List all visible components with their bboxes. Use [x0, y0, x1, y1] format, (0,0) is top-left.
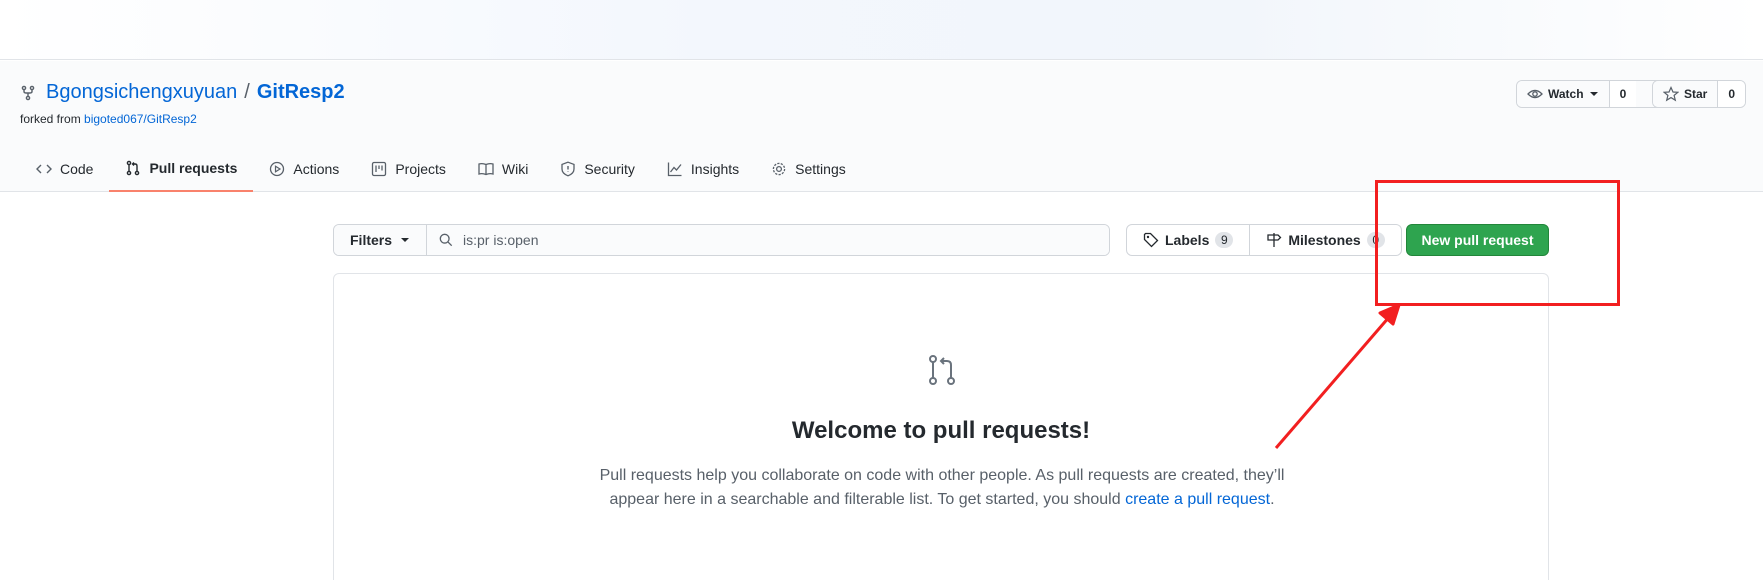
tab-wiki-label: Wiki: [501, 161, 529, 177]
labels-count-badge: 9: [1215, 232, 1234, 248]
shield-icon: [561, 161, 575, 177]
book-icon: [478, 162, 494, 176]
watch-count[interactable]: 0: [1609, 81, 1637, 107]
tab-actions[interactable]: Actions: [253, 146, 355, 192]
tag-icon: [1143, 232, 1159, 248]
star-label: Star: [1684, 87, 1708, 101]
browser-top-band: [0, 0, 1763, 60]
filters-search-group: Filters is:pr is:open: [333, 224, 1110, 256]
tab-settings[interactable]: Settings: [755, 146, 862, 192]
forked-prefix: forked from: [20, 112, 81, 126]
milestone-icon: [1267, 233, 1282, 247]
star-icon: [1663, 86, 1679, 102]
watch-label: Watch: [1548, 87, 1584, 101]
tab-projects[interactable]: Projects: [355, 146, 462, 192]
forked-from-link[interactable]: bigoted067/GitResp2: [84, 112, 197, 126]
blankslate-heading: Welcome to pull requests!: [791, 417, 1091, 444]
project-icon: [372, 161, 387, 177]
filters-button[interactable]: Filters: [334, 225, 428, 255]
tab-insights-label: Insights: [690, 161, 740, 177]
annotation-highlight-box: [1375, 180, 1620, 306]
tab-code[interactable]: Code: [20, 146, 109, 192]
search-value: is:pr is:open: [463, 232, 539, 248]
caret-down-icon: [1589, 92, 1598, 96]
gear-icon: [772, 162, 786, 176]
repo-owner-link[interactable]: Bgongsichengxuyuan: [46, 81, 237, 104]
labels-milestones-group: Labels 9 Milestones 0: [1126, 224, 1402, 256]
tab-projects-label: Projects: [395, 161, 446, 177]
create-pull-request-link[interactable]: create a pull request: [1125, 491, 1270, 508]
eye-icon: [1527, 89, 1543, 99]
tab-wiki[interactable]: Wiki: [462, 146, 544, 192]
blankslate-description: Pull requests help you collaborate on co…: [584, 464, 1300, 512]
star-button[interactable]: Star: [1653, 81, 1719, 107]
tab-code-label: Code: [60, 161, 94, 177]
tab-settings-label: Settings: [795, 161, 846, 177]
labels-button[interactable]: Labels 9: [1127, 225, 1249, 255]
pull-request-icon: [127, 160, 140, 176]
tab-security-label: Security: [584, 161, 635, 177]
milestones-label: Milestones: [1288, 232, 1361, 248]
blankslate-desc-line2: appear here in a searchable and filterab…: [609, 491, 1121, 508]
filters-label: Filters: [350, 232, 393, 248]
search-icon: [439, 233, 453, 247]
blankslate-desc-line1: Pull requests help you collaborate on co…: [599, 467, 1285, 484]
tab-actions-label: Actions: [293, 161, 340, 177]
tab-pull-requests[interactable]: Pull requests: [109, 146, 254, 192]
search-input[interactable]: is:pr is:open: [427, 225, 1109, 255]
tab-insights[interactable]: Insights: [651, 146, 755, 192]
tab-security[interactable]: Security: [544, 146, 651, 192]
caret-down-icon: [401, 238, 410, 242]
watch-button[interactable]: Watch: [1517, 81, 1610, 107]
labels-label: Labels: [1165, 232, 1210, 248]
code-icon: [36, 164, 52, 174]
graph-icon: [667, 162, 682, 177]
play-icon: [270, 161, 285, 177]
star-control: Star 0: [1652, 80, 1747, 108]
repo-title: Bgongsichengxuyuan / GitResp2: [20, 81, 345, 104]
repo-nav-tabs: Code Pull requests Actions Projects Wiki…: [20, 146, 862, 192]
pull-requests-blankslate: Welcome to pull requests! Pull requests …: [333, 273, 1549, 580]
tab-pull-requests-label: Pull requests: [149, 160, 238, 176]
fork-icon: [21, 85, 35, 100]
repo-name-link[interactable]: GitResp2: [257, 81, 345, 104]
forked-from-text: forked from bigoted067/GitResp2: [20, 112, 197, 126]
star-count[interactable]: 0: [1718, 81, 1746, 107]
blankslate-desc-end: .: [1270, 491, 1275, 508]
repo-separator: /: [244, 81, 250, 103]
pull-request-icon: [929, 355, 955, 385]
